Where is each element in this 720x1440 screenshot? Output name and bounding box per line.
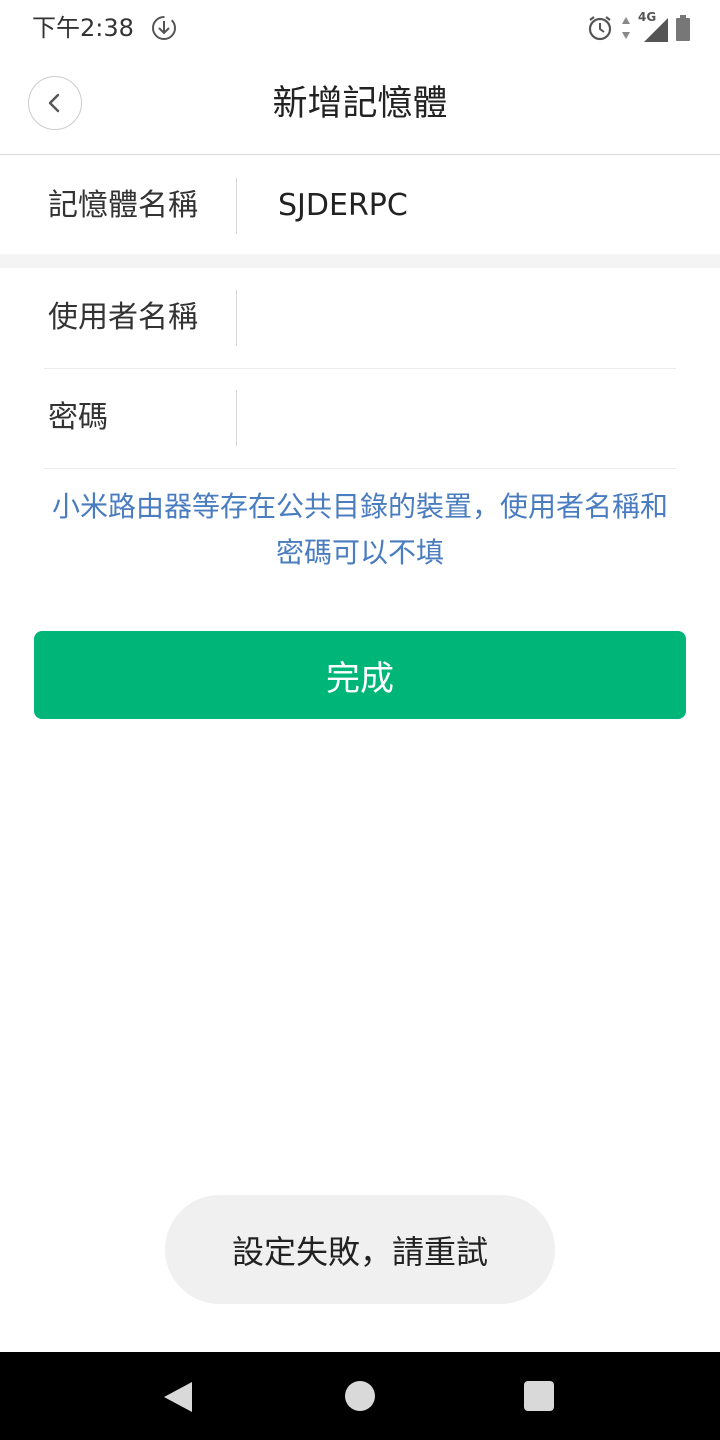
battery-icon xyxy=(676,15,690,41)
signal-indicator: 4G xyxy=(638,10,670,42)
toast-message: 設定失敗，請重試 xyxy=(165,1195,555,1304)
username-label: 使用者名稱 xyxy=(48,300,198,335)
password-row: 密碼 xyxy=(44,368,676,469)
password-input[interactable] xyxy=(254,390,664,446)
download-icon xyxy=(152,16,176,40)
page-title: 新增記憶體 xyxy=(272,84,448,124)
field-divider xyxy=(236,178,237,234)
navigation-bar xyxy=(0,1352,720,1440)
hint-text: 小米路由器等存在公共目錄的裝置，使用者名稱和密碼可以不填 xyxy=(51,490,668,569)
alarm-icon xyxy=(588,16,612,41)
nav-home-icon[interactable] xyxy=(345,1381,375,1411)
header: 新增記憶體 xyxy=(0,56,720,155)
username-row: 使用者名稱 xyxy=(44,268,676,369)
password-label: 密碼 xyxy=(48,400,108,435)
storage-name-label: 記憶體名稱 xyxy=(48,188,198,223)
section-gap xyxy=(0,254,720,268)
screen: 下午2:38 4G 新增記憶體 記憶體名稱 SJDERPC 使用者名稱 密碼 小… xyxy=(0,0,720,1440)
nav-back-icon[interactable] xyxy=(162,1380,194,1414)
username-input[interactable] xyxy=(254,290,664,346)
signal-icon xyxy=(644,18,668,42)
status-bar: 下午2:38 4G xyxy=(0,0,720,56)
done-button[interactable]: 完成 xyxy=(34,631,686,719)
status-icons: 4G xyxy=(586,10,690,44)
data-activity-icon xyxy=(622,17,630,39)
status-time: 下午2:38 xyxy=(32,14,134,42)
storage-name-row: 記憶體名稱 SJDERPC xyxy=(44,156,676,256)
field-divider xyxy=(236,290,237,346)
field-divider xyxy=(236,390,237,446)
nav-recents-icon[interactable] xyxy=(524,1381,554,1411)
storage-name-value[interactable]: SJDERPC xyxy=(278,182,408,230)
